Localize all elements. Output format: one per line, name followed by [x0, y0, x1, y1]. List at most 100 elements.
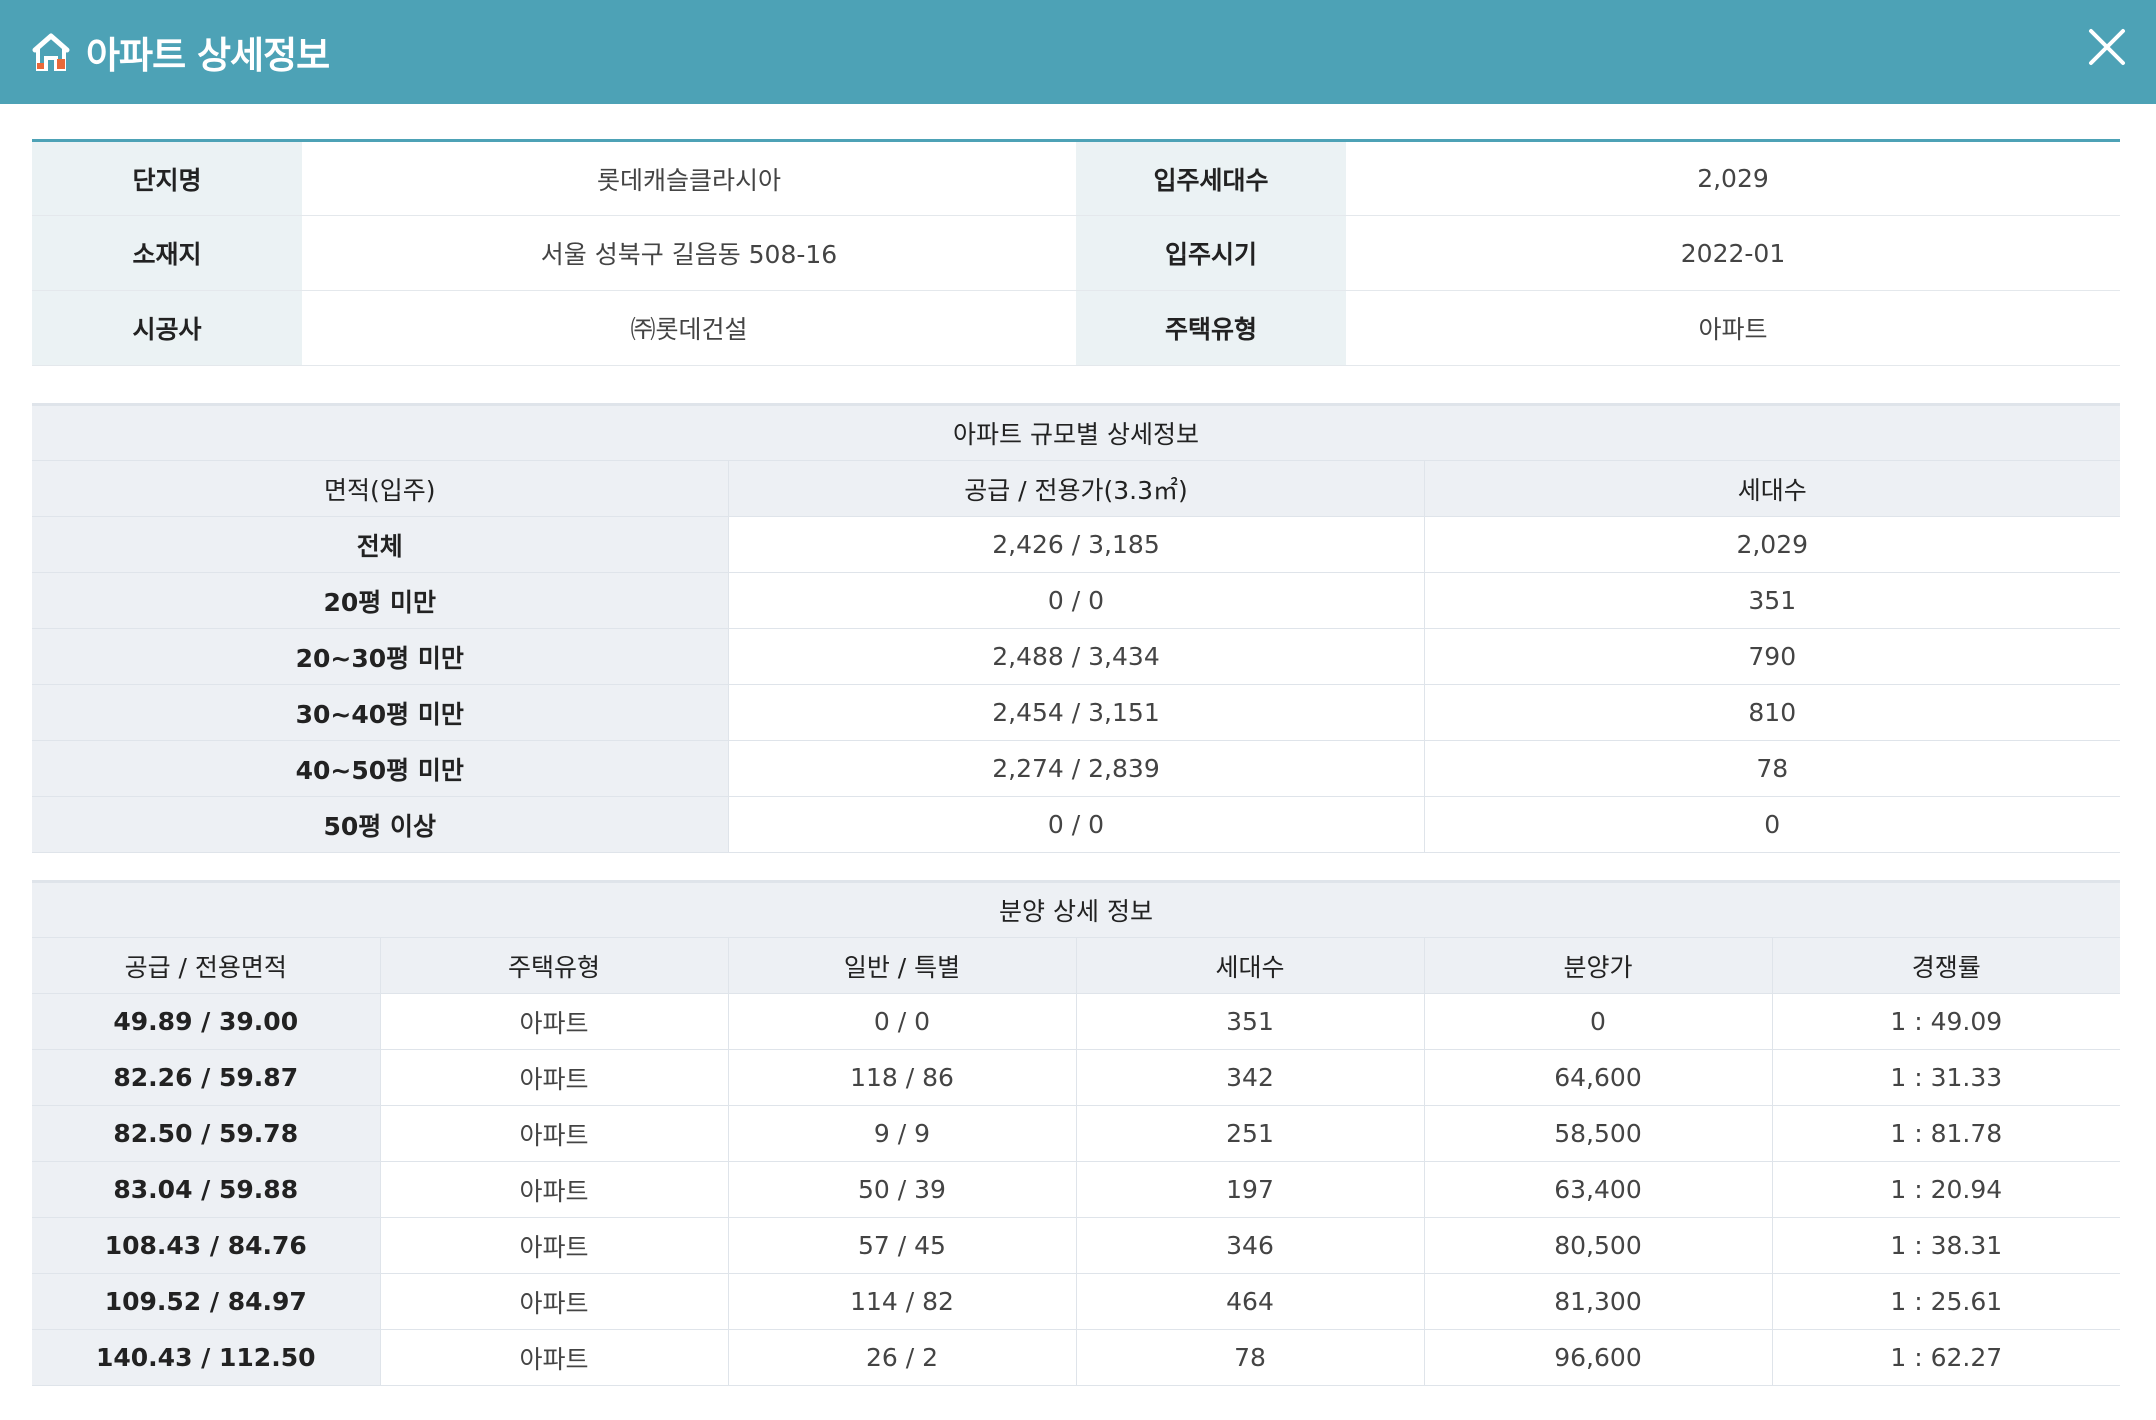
table-cell: 790: [1423, 628, 2120, 685]
row-label: 49.89 / 39.00: [32, 993, 380, 1050]
row-label: 40~50평 미만: [32, 740, 728, 797]
table-row: 108.43 / 84.76 아파트 57 / 45 346 80,500 1 …: [32, 1217, 2120, 1274]
info-row: 소재지 서울 성북구 길음동 508-16 입주시기 2022-01: [32, 215, 2120, 291]
modal-content: 단지명 롯데캐슬클라시아 입주세대수 2,029 소재지 서울 성북구 길음동 …: [32, 139, 2120, 1386]
info-label: 단지명: [32, 140, 302, 216]
info-value: 2022-01: [1346, 215, 2120, 291]
table-cell: 아파트: [379, 1329, 728, 1386]
close-icon[interactable]: [2082, 22, 2132, 72]
row-label: 82.26 / 59.87: [32, 1049, 380, 1106]
table-cell: 1 : 31.33: [1771, 1049, 2120, 1106]
table-cell: 2,274 / 2,839: [727, 740, 1424, 797]
info-value: 서울 성북구 길음동 508-16: [302, 215, 1076, 291]
table-row: 20~30평 미만 2,488 / 3,434 790: [32, 628, 2120, 685]
column-header: 경쟁률: [1771, 937, 2120, 994]
table-cell: 아파트: [379, 1161, 728, 1218]
table-cell: 1 : 38.31: [1771, 1217, 2120, 1274]
column-header: 공급 / 전용가(3.3㎡): [727, 460, 1424, 517]
table-cell: 1 : 62.27: [1771, 1329, 2120, 1386]
info-label: 시공사: [32, 290, 302, 366]
row-label: 30~40평 미만: [32, 684, 728, 741]
table-cell: 342: [1075, 1049, 1424, 1106]
table-row: 30~40평 미만 2,454 / 3,151 810: [32, 684, 2120, 741]
complex-info-table: 단지명 롯데캐슬클라시아 입주세대수 2,029 소재지 서울 성북구 길음동 …: [32, 139, 2120, 366]
table-cell: 58,500: [1423, 1105, 1772, 1162]
table-cell: 0 / 0: [727, 993, 1076, 1050]
row-label: 20평 미만: [32, 572, 728, 629]
table-caption: 아파트 규모별 상세정보: [32, 404, 2120, 461]
table-cell: 197: [1075, 1161, 1424, 1218]
info-label: 입주시기: [1076, 215, 1346, 291]
table-row: 140.43 / 112.50 아파트 26 / 2 78 96,600 1 :…: [32, 1329, 2120, 1386]
info-value: 아파트: [1346, 290, 2120, 366]
table-row: 49.89 / 39.00 아파트 0 / 0 351 0 1 : 49.09: [32, 993, 2120, 1050]
table-cell: 96,600: [1423, 1329, 1772, 1386]
table-cell: 114 / 82: [727, 1273, 1076, 1330]
table-row: 40~50평 미만 2,274 / 2,839 78: [32, 740, 2120, 797]
table-row: 20평 미만 0 / 0 351: [32, 572, 2120, 629]
modal-header: 아파트 상세정보: [0, 0, 2156, 104]
table-cell: 64,600: [1423, 1049, 1772, 1106]
table-cell: 80,500: [1423, 1217, 1772, 1274]
table-cell: 351: [1423, 572, 2120, 629]
table-cell: 78: [1075, 1329, 1424, 1386]
table-cell: 아파트: [379, 1273, 728, 1330]
column-header: 공급 / 전용면적: [32, 937, 380, 994]
table-row: 50평 이상 0 / 0 0: [32, 796, 2120, 853]
table-row: 82.26 / 59.87 아파트 118 / 86 342 64,600 1 …: [32, 1049, 2120, 1106]
table-row: 전체 2,426 / 3,185 2,029: [32, 516, 2120, 573]
info-value: 롯데캐슬클라시아: [302, 140, 1076, 216]
table-cell: 9 / 9: [727, 1105, 1076, 1162]
row-label: 83.04 / 59.88: [32, 1161, 380, 1218]
table-cell: 0: [1423, 993, 1772, 1050]
table-caption: 분양 상세 정보: [32, 881, 2120, 938]
table-cell: 아파트: [379, 993, 728, 1050]
table-cell: 2,426 / 3,185: [727, 516, 1424, 573]
column-header: 세대수: [1423, 460, 2120, 517]
apartment-detail-modal: 아파트 상세정보 단지명 롯데캐슬클라시아 입주세대수 2,029 소재지 서울…: [0, 0, 2156, 1420]
table-cell: 아파트: [379, 1217, 728, 1274]
table-cell: 2,488 / 3,434: [727, 628, 1424, 685]
table-cell: 63,400: [1423, 1161, 1772, 1218]
table-cell: 26 / 2: [727, 1329, 1076, 1386]
column-header: 분양가: [1423, 937, 1772, 994]
info-label: 소재지: [32, 215, 302, 291]
table-header-row: 면적(입주) 공급 / 전용가(3.3㎡) 세대수: [32, 460, 2120, 517]
table-cell: 81,300: [1423, 1273, 1772, 1330]
table-cell: 351: [1075, 993, 1424, 1050]
table-cell: 2,029: [1423, 516, 2120, 573]
table-cell: 0 / 0: [727, 572, 1424, 629]
table-caption-row: 아파트 규모별 상세정보: [32, 404, 2120, 461]
row-label: 82.50 / 59.78: [32, 1105, 380, 1162]
table-cell: 346: [1075, 1217, 1424, 1274]
sale-detail-table: 분양 상세 정보 공급 / 전용면적 주택유형 일반 / 특별 세대수 분양가 …: [32, 880, 2120, 1386]
table-cell: 2,454 / 3,151: [727, 684, 1424, 741]
table-cell: 118 / 86: [727, 1049, 1076, 1106]
table-cell: 464: [1075, 1273, 1424, 1330]
table-cell: 0: [1423, 796, 2120, 853]
row-label: 109.52 / 84.97: [32, 1273, 380, 1330]
info-value: 2,029: [1346, 140, 2120, 216]
table-cell: 1 : 81.78: [1771, 1105, 2120, 1162]
table-cell: 아파트: [379, 1049, 728, 1106]
column-header: 세대수: [1075, 937, 1424, 994]
table-cell: 아파트: [379, 1105, 728, 1162]
row-label: 20~30평 미만: [32, 628, 728, 685]
table-cell: 1 : 49.09: [1771, 993, 2120, 1050]
table-cell: 78: [1423, 740, 2120, 797]
size-detail-table: 아파트 규모별 상세정보 면적(입주) 공급 / 전용가(3.3㎡) 세대수 전…: [32, 403, 2120, 853]
row-label: 전체: [32, 516, 728, 573]
column-header: 주택유형: [379, 937, 728, 994]
table-cell: 57 / 45: [727, 1217, 1076, 1274]
table-cell: 0 / 0: [727, 796, 1424, 853]
table-header-row: 공급 / 전용면적 주택유형 일반 / 특별 세대수 분양가 경쟁률: [32, 937, 2120, 994]
table-row: 109.52 / 84.97 아파트 114 / 82 464 81,300 1…: [32, 1273, 2120, 1330]
house-icon: [32, 33, 70, 71]
modal-title: 아파트 상세정보: [86, 34, 330, 77]
info-label: 주택유형: [1076, 290, 1346, 366]
table-row: 82.50 / 59.78 아파트 9 / 9 251 58,500 1 : 8…: [32, 1105, 2120, 1162]
info-label: 입주세대수: [1076, 140, 1346, 216]
table-cell: 50 / 39: [727, 1161, 1076, 1218]
column-header: 면적(입주): [32, 460, 728, 517]
table-caption-row: 분양 상세 정보: [32, 881, 2120, 938]
